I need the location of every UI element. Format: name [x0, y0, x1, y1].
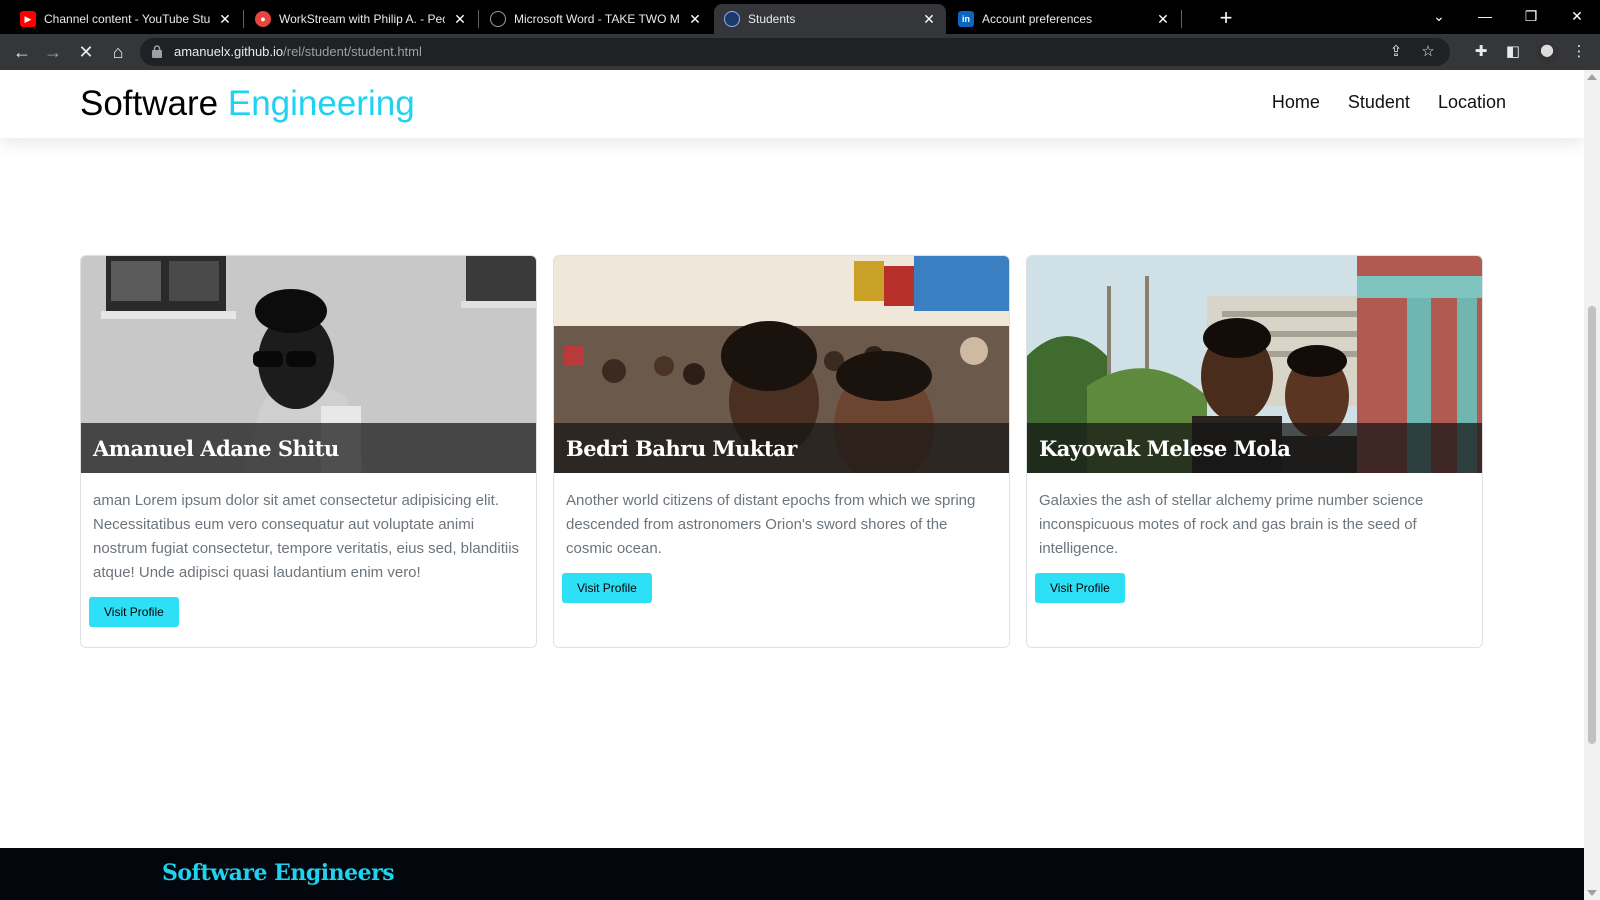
tab-youtube-studio[interactable]: ▶ Channel content - YouTube Studio ✕ [10, 4, 242, 34]
lock-icon [152, 45, 162, 58]
close-icon[interactable]: ✕ [1156, 11, 1170, 28]
url-text: amanuelx.github.io/rel/student/student.h… [174, 44, 422, 59]
forward-arrow-icon[interactable]: → [41, 40, 65, 64]
workstream-icon: ● [255, 11, 271, 27]
student-name: Amanuel Adane Shitu [81, 423, 536, 473]
window-close-icon[interactable]: ✕ [1562, 4, 1592, 28]
tab-separator [1181, 10, 1182, 28]
student-card: Bedri Bahru Muktar Another world citizen… [553, 255, 1010, 648]
new-tab-button[interactable]: + [1214, 5, 1238, 31]
url-path: /rel/student/student.html [283, 44, 422, 59]
browser-toolbar: ← → ✕ ⌂ amanuelx.github.io/rel/student/s… [0, 34, 1600, 70]
visit-profile-button[interactable]: Visit Profile [562, 573, 652, 603]
page-viewport: Software Engineering Home Student Locati… [0, 70, 1584, 900]
tab-title: Students [748, 12, 796, 26]
browser-tab-strip: ▶ Channel content - YouTube Studio ✕ ● W… [0, 0, 1600, 34]
scroll-down-arrow-icon[interactable] [1587, 890, 1597, 896]
brand-accent: Engineering [227, 84, 415, 123]
site-nav-links: Home Student Location [1272, 92, 1506, 113]
footer-title: Software Engineers [162, 860, 395, 886]
side-panel-icon[interactable]: ◧ [1502, 42, 1524, 62]
extensions-puzzle-icon[interactable]: ✚ [1470, 42, 1492, 62]
brand-main: Software [80, 84, 219, 123]
site-navbar: Software Engineering Home Student Locati… [0, 70, 1584, 138]
close-icon[interactable]: ✕ [453, 11, 467, 28]
visit-profile-button[interactable]: Visit Profile [89, 597, 179, 627]
tab-search-chevron-icon[interactable]: ⌄ [1424, 4, 1454, 28]
close-icon[interactable]: ✕ [218, 11, 232, 28]
tab-separator [478, 10, 479, 28]
card-body: Another world citizens of distant epochs… [554, 473, 1009, 603]
card-body: aman Lorem ipsum dolor sit amet consecte… [81, 473, 536, 627]
page-scrollbar[interactable] [1584, 70, 1600, 900]
close-icon[interactable]: ✕ [922, 11, 936, 28]
more-menu-icon[interactable]: ⋮ [1568, 42, 1590, 62]
home-icon[interactable]: ⌂ [106, 40, 130, 64]
scrollbar-thumb[interactable] [1588, 306, 1596, 744]
site-brand[interactable]: Software Engineering [80, 84, 415, 124]
visit-profile-button[interactable]: Visit Profile [1035, 573, 1125, 603]
tab-title: Account preferences [982, 12, 1093, 26]
student-name: Bedri Bahru Muktar [554, 423, 1009, 473]
tab-separator [243, 10, 244, 28]
nav-link-student[interactable]: Student [1348, 92, 1410, 113]
address-bar[interactable]: amanuelx.github.io/rel/student/student.h… [140, 38, 1450, 66]
tab-students[interactable]: Students ✕ [714, 4, 946, 34]
student-name: Kayowak Melese Mola [1027, 423, 1482, 473]
tab-title: WorkStream with Philip A. - People [279, 12, 445, 26]
tab-title: Microsoft Word - TAKE TWO MAIN [514, 12, 680, 26]
back-arrow-icon[interactable]: ← [10, 40, 34, 64]
card-body: Galaxies the ash of stellar alchemy prim… [1027, 473, 1482, 603]
tab-account-preferences[interactable]: in Account preferences ✕ [948, 4, 1180, 34]
globe-icon [490, 11, 506, 27]
linkedin-icon: in [958, 11, 974, 27]
student-bio: Another world citizens of distant epochs… [566, 492, 976, 557]
stop-loading-icon[interactable]: ✕ [74, 40, 98, 64]
tab-microsoft-word[interactable]: Microsoft Word - TAKE TWO MAIN ✕ [480, 4, 712, 34]
close-icon[interactable]: ✕ [688, 11, 702, 28]
minimize-icon[interactable]: — [1470, 4, 1500, 28]
nav-link-location[interactable]: Location [1438, 92, 1506, 113]
youtube-icon: ▶ [20, 11, 36, 27]
student-card: Amanuel Adane Shitu aman Lorem ipsum dol… [80, 255, 537, 648]
student-photo: Bedri Bahru Muktar [554, 256, 1009, 473]
bookmark-star-icon[interactable]: ☆ [1418, 43, 1438, 61]
student-bio: aman Lorem ipsum dolor sit amet consecte… [93, 492, 520, 581]
student-card: Kayowak Melese Mola Galaxies the ash of … [1026, 255, 1483, 648]
page-icon [724, 11, 740, 27]
restore-icon[interactable]: ❐ [1516, 4, 1546, 28]
profile-avatar[interactable] [1536, 42, 1558, 64]
share-icon[interactable]: ⇪ [1386, 43, 1406, 61]
tab-workstream[interactable]: ● WorkStream with Philip A. - People ✕ [245, 4, 477, 34]
tab-title: Channel content - YouTube Studio [44, 12, 210, 26]
student-cards: Amanuel Adane Shitu aman Lorem ipsum dol… [80, 255, 1483, 648]
student-bio: Galaxies the ash of stellar alchemy prim… [1039, 492, 1424, 557]
student-photo: Amanuel Adane Shitu [81, 256, 536, 473]
url-host: amanuelx.github.io [174, 44, 284, 59]
nav-link-home[interactable]: Home [1272, 92, 1320, 113]
site-footer: Software Engineers [0, 848, 1584, 900]
scroll-up-arrow-icon[interactable] [1587, 74, 1597, 80]
student-photo: Kayowak Melese Mola [1027, 256, 1482, 473]
